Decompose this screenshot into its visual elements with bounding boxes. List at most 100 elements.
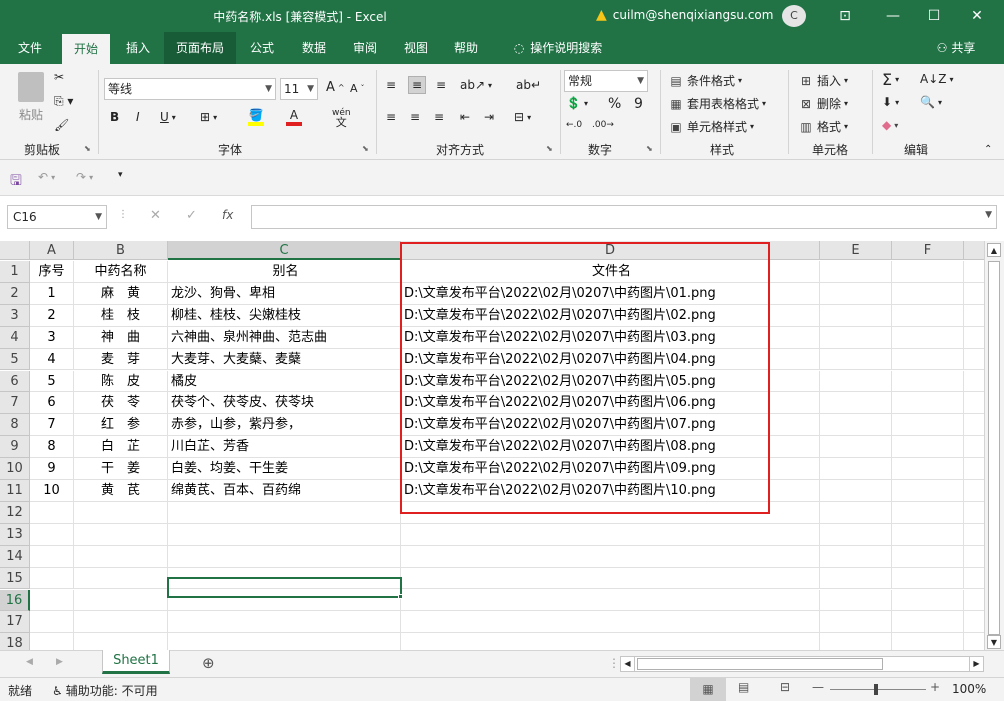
cell-b-row[interactable]: 神 曲 bbox=[74, 326, 168, 349]
cell-d-row[interactable] bbox=[401, 633, 820, 650]
cell-c-row[interactable] bbox=[168, 633, 401, 650]
cell-b-row[interactable] bbox=[74, 545, 168, 568]
scroll-down-icon[interactable]: ▼ bbox=[987, 635, 1001, 649]
row-header[interactable]: 15 bbox=[0, 567, 30, 590]
cell-g-row[interactable] bbox=[964, 349, 984, 371]
cell-styles-button[interactable]: ▣ 单元格样式 ▾ bbox=[668, 118, 754, 135]
tab-file[interactable]: 文件 bbox=[8, 32, 52, 64]
zoom-in-icon[interactable]: + bbox=[930, 680, 940, 694]
column-header-f[interactable]: F bbox=[892, 241, 964, 260]
enter-icon[interactable]: ✓ bbox=[186, 208, 197, 223]
cell-e-row[interactable] bbox=[820, 326, 892, 349]
cell-c-row[interactable]: 柳桂、桂枝、尖嫩桂枝 bbox=[168, 304, 401, 327]
cell-d-row[interactable] bbox=[401, 589, 820, 612]
cell-e-row[interactable] bbox=[820, 436, 892, 459]
accessibility-status[interactable]: ♿ 辅助功能: 不可用 bbox=[52, 682, 158, 699]
cell-a-row[interactable] bbox=[30, 501, 74, 524]
cell-b-row[interactable] bbox=[74, 567, 168, 590]
phonetic-guide-icon[interactable]: wén 文 bbox=[332, 108, 351, 128]
row-header[interactable]: 8 bbox=[0, 414, 30, 437]
ribbon-display-icon[interactable]: ⊡ bbox=[834, 6, 856, 26]
column-header-e[interactable]: E bbox=[820, 241, 892, 260]
merge-center-icon[interactable]: ⊟ ▾ bbox=[514, 110, 531, 124]
align-center-icon[interactable]: ≡ bbox=[410, 110, 420, 124]
cell-f-row[interactable] bbox=[892, 370, 964, 393]
cell-c-row[interactable] bbox=[168, 611, 401, 634]
align-bottom-icon[interactable]: ≡ bbox=[436, 78, 446, 92]
row-header[interactable]: 18 bbox=[0, 633, 30, 650]
underline-button[interactable]: U ▾ bbox=[160, 110, 176, 124]
column-header-b[interactable]: B bbox=[74, 241, 168, 260]
cell-a-row[interactable]: 8 bbox=[30, 436, 74, 459]
cell-a-row[interactable] bbox=[30, 589, 74, 612]
row-header[interactable]: 16 bbox=[0, 589, 30, 612]
tabs-splitter-icon[interactable]: ⋮ bbox=[608, 656, 620, 670]
cell-b-row[interactable]: 黄 芪 bbox=[74, 480, 168, 502]
dialog-launcher-icon[interactable]: ⬊ bbox=[646, 144, 653, 153]
tab-insert[interactable]: 插入 bbox=[116, 32, 160, 64]
cell-a-row[interactable]: 序号 bbox=[30, 261, 74, 283]
cell-g-row[interactable] bbox=[964, 371, 984, 393]
cell-c-row[interactable]: 川白芷、芳香 bbox=[168, 436, 401, 459]
row-header[interactable]: 5 bbox=[0, 348, 30, 371]
column-header-c[interactable]: C bbox=[168, 241, 401, 260]
cell-g-row[interactable] bbox=[964, 392, 984, 415]
delete-cells-button[interactable]: ⊠ 删除 ▾ bbox=[798, 95, 848, 112]
zoom-out-icon[interactable]: — bbox=[812, 680, 824, 694]
cell-a-row[interactable]: 3 bbox=[30, 326, 74, 349]
sheet-tab-sheet1[interactable]: Sheet1 bbox=[102, 650, 170, 674]
tab-home[interactable]: 开始 bbox=[62, 34, 110, 64]
currency-icon[interactable]: 💲 ▾ bbox=[566, 96, 588, 110]
maximize-icon[interactable]: ☐ bbox=[923, 6, 945, 26]
cell-c-row[interactable]: 白姜、均姜、干生姜 bbox=[168, 458, 401, 480]
formula-input[interactable]: ▼ bbox=[251, 205, 997, 229]
cell-e-row[interactable] bbox=[820, 480, 892, 502]
cell-b-row[interactable] bbox=[74, 633, 168, 650]
number-format-box[interactable]: 常规 ▼ bbox=[564, 70, 648, 92]
cell-g-row[interactable] bbox=[964, 305, 984, 327]
cell-f-row[interactable] bbox=[892, 589, 964, 612]
cell-f-row[interactable] bbox=[892, 304, 964, 327]
tab-review[interactable]: 审阅 bbox=[344, 32, 386, 64]
conditional-format-button[interactable]: ▤ 条件格式 ▾ bbox=[668, 72, 742, 89]
cell-e-row[interactable] bbox=[820, 633, 892, 650]
cell-b-row[interactable] bbox=[74, 523, 168, 546]
cell-e-row[interactable] bbox=[820, 523, 892, 546]
cell-a-row[interactable]: 9 bbox=[30, 458, 74, 480]
scroll-up-icon[interactable]: ▲ bbox=[987, 243, 1001, 257]
cell-f-row[interactable] bbox=[892, 633, 964, 650]
cell-d-row[interactable] bbox=[401, 611, 820, 634]
cell-g-row[interactable] bbox=[964, 524, 984, 546]
column-header-g[interactable] bbox=[964, 241, 984, 260]
cell-g-row[interactable] bbox=[964, 568, 984, 590]
cell-e-row[interactable] bbox=[820, 392, 892, 415]
save-icon[interactable]: 🖫 bbox=[10, 170, 22, 194]
cell-a-row[interactable] bbox=[30, 633, 74, 650]
row-header[interactable]: 4 bbox=[0, 326, 30, 349]
row-header[interactable]: 11 bbox=[0, 480, 30, 502]
cell-e-row[interactable] bbox=[820, 370, 892, 393]
comma-button[interactable]: 9 bbox=[634, 96, 643, 112]
row-header[interactable]: 1 bbox=[0, 261, 30, 283]
cell-c-row[interactable]: 别名 bbox=[168, 261, 401, 283]
cell-f-row[interactable] bbox=[892, 567, 964, 590]
bold-button[interactable]: B bbox=[110, 110, 119, 124]
percent-button[interactable]: % bbox=[608, 96, 621, 112]
dialog-launcher-icon[interactable]: ⬊ bbox=[362, 144, 369, 153]
row-header[interactable]: 6 bbox=[0, 370, 30, 393]
row-header[interactable]: 2 bbox=[0, 282, 30, 305]
format-painter-icon[interactable]: 🖌 bbox=[54, 118, 69, 132]
cell-f-row[interactable] bbox=[892, 523, 964, 546]
formula-bar-splitter-icon[interactable]: ⋮ bbox=[118, 209, 128, 220]
cell-g-row[interactable] bbox=[964, 633, 984, 650]
cell-e-row[interactable] bbox=[820, 348, 892, 371]
undo-icon[interactable]: ↶ ▾ bbox=[38, 170, 55, 184]
cell-e-row[interactable] bbox=[820, 567, 892, 590]
cell-a-row[interactable]: 1 bbox=[30, 282, 74, 305]
name-box[interactable]: C16 ▼ bbox=[7, 205, 107, 229]
cell-c-row[interactable] bbox=[168, 523, 401, 546]
tell-me-search[interactable]: ◌ 操作说明搜索 bbox=[506, 32, 610, 64]
tab-data[interactable]: 数据 bbox=[292, 32, 336, 64]
cell-c-row[interactable]: 茯苓个、茯苓皮、茯苓块 bbox=[168, 392, 401, 415]
dialog-launcher-icon[interactable]: ⬊ bbox=[546, 144, 553, 153]
